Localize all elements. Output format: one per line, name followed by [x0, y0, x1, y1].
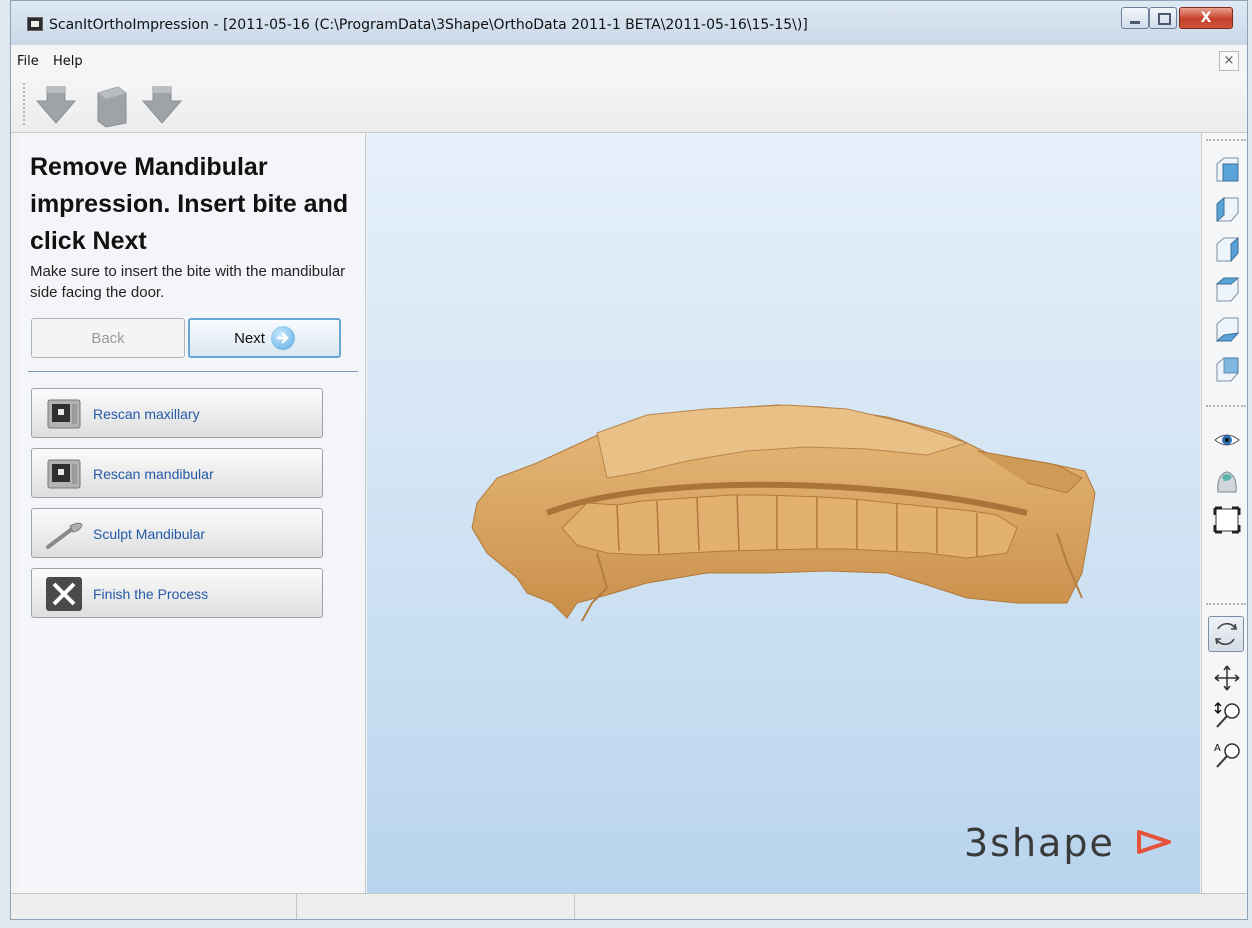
toolbar-grip[interactable]: [1206, 405, 1246, 407]
tooth-model-icon[interactable]: [1212, 465, 1242, 495]
main-toolbar: [11, 75, 1247, 133]
app-icon: [27, 17, 43, 31]
brand-logo: 3shape: [964, 821, 1115, 865]
fit-frame-icon[interactable]: [1212, 505, 1242, 535]
menu-help[interactable]: Help: [53, 54, 83, 69]
application-window: ScanItOrthoImpression - [2011-05-16 (C:\…: [10, 0, 1248, 920]
action-label: Rescan mandibular: [93, 466, 214, 482]
maximize-button[interactable]: [1149, 7, 1177, 29]
sculpt-mandibular-button[interactable]: Sculpt Mandibular: [31, 508, 323, 558]
status-bar: [11, 893, 1247, 919]
rescan-maxillary-button[interactable]: Rescan maxillary: [31, 388, 323, 438]
toolbar-grip[interactable]: [23, 83, 27, 125]
next-button-label: Next: [234, 329, 265, 347]
scan-down-arrow-icon[interactable]: [139, 83, 185, 129]
rescan-mandibular-button[interactable]: Rescan mandibular: [31, 448, 323, 498]
auto-zoom-icon[interactable]: A: [1212, 739, 1242, 769]
pan-icon[interactable]: [1212, 663, 1242, 693]
brand-mark-icon: [1137, 830, 1171, 854]
dental-model-3d[interactable]: [367, 133, 1200, 893]
arrow-right-icon: [270, 326, 295, 350]
status-cell: [297, 894, 575, 919]
svg-text:A: A: [1214, 743, 1221, 754]
window-title: ScanItOrthoImpression - [2011-05-16 (C:\…: [49, 17, 808, 33]
status-cell: [11, 894, 297, 919]
title-bar[interactable]: ScanItOrthoImpression - [2011-05-16 (C:\…: [11, 1, 1247, 45]
view-toolbar: A: [1201, 133, 1247, 893]
wizard-panel: Remove Mandibular impression. Insert bit…: [18, 133, 366, 893]
scan-down-arrow-icon[interactable]: [33, 83, 79, 129]
zoom-icon[interactable]: [1212, 699, 1242, 729]
back-button-label: Back: [91, 329, 125, 347]
scanner-icon: [42, 457, 86, 491]
action-label: Rescan maxillary: [93, 406, 200, 422]
close-x-icon: [42, 577, 86, 611]
view-bottom-cube-icon[interactable]: [1212, 315, 1242, 345]
menu-bar: File Help ×: [11, 45, 1247, 75]
scan-box-icon[interactable]: [88, 83, 134, 129]
view-right-cube-icon[interactable]: [1212, 235, 1242, 265]
toolbar-grip[interactable]: [1206, 139, 1246, 141]
scanner-icon: [42, 397, 86, 431]
sculpt-tool-icon: [42, 517, 86, 551]
status-cell: [575, 894, 1235, 919]
view-back-cube-icon[interactable]: [1212, 355, 1242, 385]
step-title: Remove Mandibular impression. Insert bit…: [30, 153, 349, 255]
rotate-tool-button[interactable]: [1208, 616, 1244, 652]
view-top-cube-icon[interactable]: [1212, 275, 1242, 305]
menu-file[interactable]: File: [17, 54, 39, 69]
back-button[interactable]: Back: [31, 318, 185, 358]
action-label: Sculpt Mandibular: [93, 526, 206, 542]
finish-process-button[interactable]: Finish the Process: [31, 568, 323, 618]
document-close-button[interactable]: ×: [1219, 51, 1239, 71]
close-icon: ×: [1223, 53, 1235, 68]
visibility-eye-icon[interactable]: [1212, 425, 1242, 455]
close-icon: X: [1200, 10, 1212, 26]
action-label: Finish the Process: [93, 586, 209, 602]
close-window-button[interactable]: X: [1179, 7, 1233, 29]
rotate-icon: [1215, 622, 1237, 646]
next-button[interactable]: Next: [188, 318, 341, 358]
view-left-cube-icon[interactable]: [1212, 195, 1242, 225]
3d-viewport[interactable]: 3shape: [367, 133, 1200, 893]
step-instruction: Make sure to insert the bite with the ma…: [30, 263, 346, 301]
toolbar-grip[interactable]: [1206, 603, 1246, 605]
minimize-button[interactable]: [1121, 7, 1149, 29]
divider: [28, 371, 358, 372]
view-front-cube-icon[interactable]: [1212, 155, 1242, 185]
